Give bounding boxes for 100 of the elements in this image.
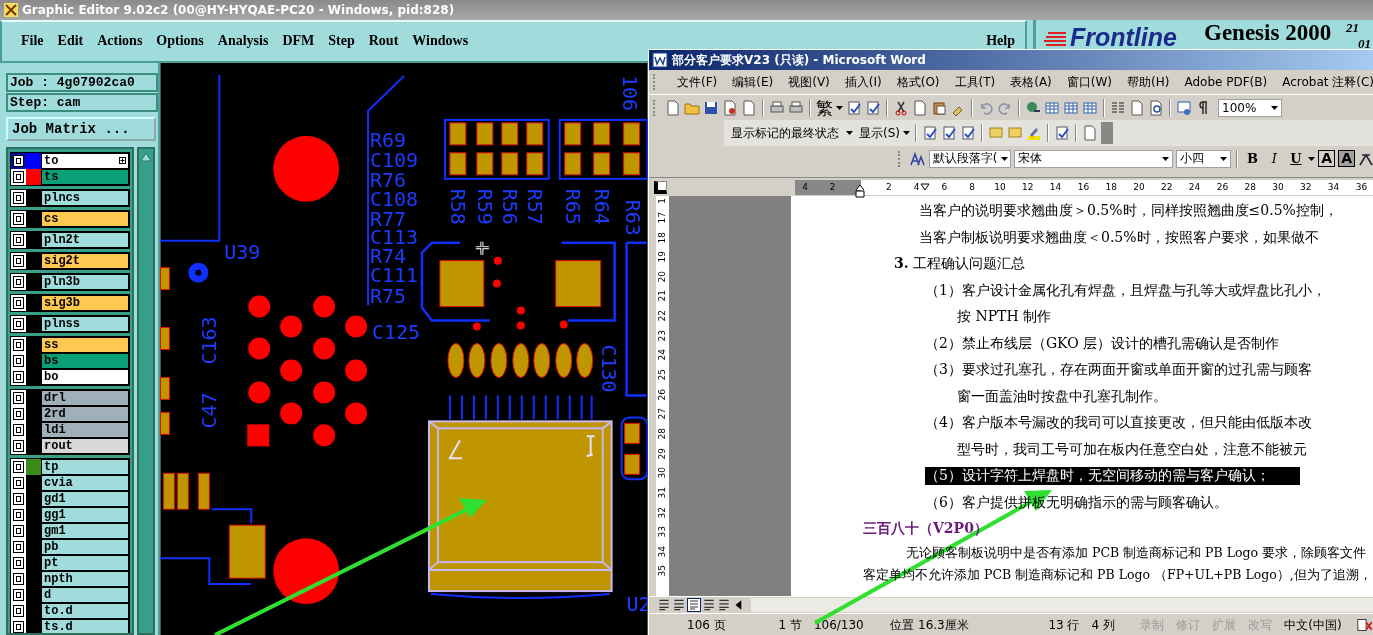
job-matrix-button[interactable]: Job Matrix ...	[6, 117, 156, 141]
format-button[interactable]: U	[1286, 151, 1306, 166]
layer-name[interactable]: ss	[41, 337, 129, 353]
zoom-dropdown[interactable]: 100%	[1218, 98, 1282, 117]
layer-name[interactable]: d	[41, 587, 129, 603]
character-format-button[interactable]: A	[1318, 150, 1336, 167]
layer-name[interactable]: gm1	[41, 523, 129, 539]
paste-icon[interactable]	[931, 99, 947, 116]
job-label: Job : 4g07902ca0	[6, 73, 158, 92]
caret-icon[interactable]	[1000, 156, 1008, 161]
new-document-icon[interactable]	[665, 99, 681, 116]
print-icon[interactable]	[769, 99, 785, 116]
layer-name[interactable]: pb	[41, 539, 129, 555]
smd-pad	[476, 152, 494, 176]
caret-icon[interactable]	[903, 131, 910, 135]
show-menu-button[interactable]: 显示(S)	[859, 123, 900, 143]
scrollbar[interactable]	[137, 147, 155, 635]
caret-icon[interactable]	[1220, 156, 1228, 161]
menu-item[interactable]: 表格(A)	[1010, 73, 1052, 91]
ruler-number: 18	[657, 231, 668, 243]
menu-item[interactable]: 插入(I)	[844, 73, 882, 91]
menu-item[interactable]: Edit	[50, 33, 91, 48]
menu-item[interactable]: DFM	[275, 33, 322, 48]
caret-icon[interactable]	[1162, 156, 1170, 161]
layer-name[interactable]: to.d	[41, 603, 129, 619]
menu-item[interactable]: File	[14, 33, 51, 48]
menu-item[interactable]: 帮助(H)	[1127, 73, 1170, 91]
logo-text: Frontline	[1070, 25, 1177, 49]
document-map-icon[interactable]	[1148, 99, 1164, 116]
layer-name[interactable]: 2rd	[41, 406, 129, 422]
layer-name[interactable]: ts.d	[41, 619, 129, 633]
menu-item[interactable]: 编辑(E)	[732, 73, 774, 91]
insert-table-icon[interactable]	[1063, 99, 1079, 116]
via-pad	[492, 279, 501, 288]
layer-name[interactable]: rout	[41, 438, 129, 454]
help-icon[interactable]	[1176, 99, 1192, 116]
menu-item[interactable]: Options	[149, 33, 211, 48]
insert-worksheet-icon[interactable]	[1082, 99, 1098, 116]
caret-icon[interactable]	[1308, 156, 1316, 161]
layer-name[interactable]: ts	[41, 169, 129, 185]
menu-item[interactable]: Adobe PDF(B)	[1184, 75, 1268, 89]
menu-item[interactable]: Analysis	[210, 33, 276, 48]
reading-view-icon[interactable]	[717, 598, 731, 612]
menu-item[interactable]: 窗口(W)	[1066, 73, 1113, 91]
layer-name[interactable]: bs	[41, 353, 129, 369]
style-dropdown[interactable]: 默认段落字(	[928, 149, 1011, 168]
print-view-icon[interactable]	[687, 598, 701, 612]
layer-name[interactable]: gd1	[41, 491, 129, 507]
traditional-chinese-button[interactable]: 繁	[816, 97, 833, 118]
header-text: 01	[1358, 36, 1371, 52]
normal-view-icon[interactable]	[657, 598, 671, 612]
font-dropdown[interactable]: 宋体	[1013, 149, 1174, 168]
caret-icon[interactable]	[1271, 105, 1278, 110]
caret-icon[interactable]	[846, 131, 853, 135]
layer-name[interactable]: gg1	[41, 507, 129, 523]
highlight-icon[interactable]	[1026, 125, 1042, 141]
menu-item[interactable]: Windows	[405, 33, 476, 48]
print-preview-icon[interactable]	[788, 99, 804, 116]
styles-icon[interactable]	[909, 150, 926, 167]
web-view-icon[interactable]	[672, 598, 686, 612]
outline-view-icon[interactable]	[702, 598, 716, 612]
menu-item[interactable]: Rout	[361, 33, 406, 48]
menu-item[interactable]: 格式(O)	[896, 73, 940, 91]
menu-item[interactable]: Help	[979, 33, 1025, 48]
step-label: Step: cam	[6, 93, 158, 112]
layer-name[interactable]: bo	[41, 369, 129, 385]
columns-icon[interactable]	[1110, 99, 1126, 116]
save-icon[interactable]	[703, 99, 719, 116]
layer-name[interactable]: cvia	[41, 475, 129, 491]
menu-item[interactable]: Step	[321, 33, 362, 48]
menu-item[interactable]: Acrobat 注释(C)	[1282, 73, 1373, 91]
layer-name[interactable]: to	[41, 153, 129, 169]
character-format-button[interactable]: A	[1338, 150, 1355, 167]
tab-selector[interactable]	[654, 180, 667, 194]
menu-item[interactable]: Actions	[90, 33, 150, 48]
status-field: 13 行	[1029, 616, 1086, 634]
cut-icon[interactable]	[893, 99, 909, 116]
menu-item[interactable]: 文件(F)	[677, 73, 718, 91]
layer-name[interactable]: npth	[41, 571, 129, 587]
permission-icon[interactable]	[722, 99, 738, 116]
ruler-number: 6	[941, 181, 948, 193]
layer-name[interactable]: pt	[41, 555, 129, 571]
format-button[interactable]: I	[1264, 151, 1284, 166]
menu-item[interactable]: 工具(T)	[954, 73, 996, 91]
smd-pad	[526, 152, 544, 176]
layer-name[interactable]: ldi	[41, 422, 129, 438]
smd-pad	[620, 416, 648, 481]
via-pad	[472, 322, 481, 331]
layer-name[interactable]: drl	[41, 390, 129, 406]
scrollbar[interactable]	[751, 598, 1373, 612]
menu-item[interactable]: 视图(V)	[788, 73, 830, 91]
smd-pad	[176, 472, 189, 510]
font-size-dropdown[interactable]: 小四	[1176, 149, 1232, 168]
layer-name[interactable]: tp	[41, 459, 129, 475]
indent-marker-icon[interactable]	[855, 183, 865, 198]
up-arrow-icon[interactable]	[140, 152, 152, 162]
tables-borders-icon[interactable]	[1044, 99, 1060, 116]
format-button[interactable]: B	[1243, 151, 1262, 166]
caret-icon[interactable]	[836, 105, 843, 110]
markup-dropdown[interactable]: 显示标记的最终状态	[728, 124, 856, 142]
